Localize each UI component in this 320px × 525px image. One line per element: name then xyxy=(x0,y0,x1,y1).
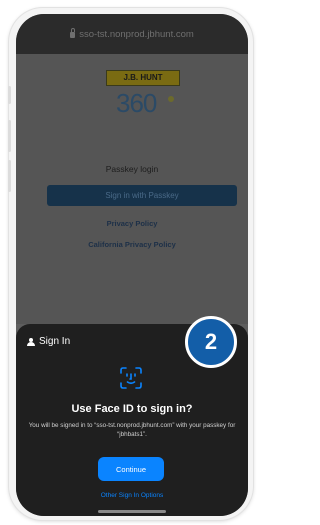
california-privacy-policy-link[interactable]: California Privacy Policy xyxy=(16,240,248,249)
browser-url-bar[interactable]: sso-tst.nonprod.jbhunt.com xyxy=(16,14,248,54)
phone-screen: sso-tst.nonprod.jbhunt.com J.B. HUNT 360… xyxy=(16,14,248,516)
face-id-icon xyxy=(120,367,142,389)
phone-side-button xyxy=(8,86,11,104)
other-sign-in-options-link[interactable]: Other Sign In Options xyxy=(16,492,248,499)
jbhunt-logo: J.B. HUNT xyxy=(106,70,180,86)
step-number-badge: 2 xyxy=(185,316,237,368)
passkey-login-label: Passkey login xyxy=(105,164,159,174)
sheet-description: You will be signed in to “sso-tst.nonpro… xyxy=(28,422,236,438)
sheet-title: Use Face ID to sign in? xyxy=(71,403,193,415)
logo-dot-icon xyxy=(168,96,174,102)
sign-in-with-passkey-button[interactable]: Sign in with Passkey xyxy=(47,185,237,206)
phone-volume-down xyxy=(8,160,11,192)
sheet-header-label: Sign In xyxy=(39,336,71,347)
url-text: sso-tst.nonprod.jbhunt.com xyxy=(79,28,194,40)
sheet-header: Sign In xyxy=(27,336,70,347)
person-icon xyxy=(27,337,36,346)
product-logo-360: 360 xyxy=(116,88,157,118)
lock-icon xyxy=(70,28,76,38)
home-indicator xyxy=(98,510,166,513)
privacy-policy-link[interactable]: Privacy Policy xyxy=(16,219,248,228)
continue-button[interactable]: Continue xyxy=(98,457,164,481)
phone-volume-up xyxy=(8,120,11,152)
